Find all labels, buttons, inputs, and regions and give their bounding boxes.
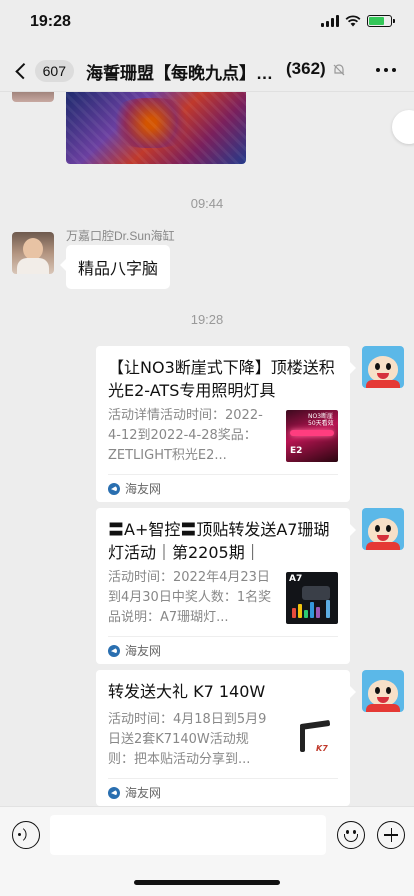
card-footer: 海友网 [108, 474, 338, 502]
floating-bubble[interactable] [392, 110, 414, 144]
nav-bar: 607 海誓珊盟【每晚九点】… (362) [0, 48, 414, 92]
voice-button[interactable] [12, 821, 40, 849]
home-indicator[interactable] [134, 880, 280, 885]
avatar[interactable] [12, 232, 54, 274]
card-title: 〓A+智控〓顶贴转发送A7珊瑚灯活动｜第2205期｜ [108, 520, 330, 562]
wifi-icon [345, 15, 361, 27]
card-title: 转发送大礼 K7 140W [108, 682, 266, 701]
source-icon [108, 644, 120, 657]
member-count: (362) [286, 59, 326, 78]
unread-count-badge: 607 [34, 60, 74, 82]
chat-area[interactable]: 09:44 万嘉口腔Dr.Sun海缸 精品八字脑 19:28 【让NO3断崖式下… [0, 92, 414, 806]
more-button[interactable] [376, 68, 396, 72]
thumbnail-label: A7 [289, 574, 303, 584]
thumbnail-label: E2 [290, 446, 303, 456]
status-icons [321, 15, 395, 27]
thumbnail-label: K7 [316, 744, 328, 753]
image-message[interactable] [66, 92, 246, 164]
card-description: 活动时间：4月18日到5月9日送2套K7140W活动规则：把本贴活动分享到... [108, 712, 267, 767]
source-icon [108, 786, 120, 799]
emoji-button[interactable] [337, 821, 365, 849]
timestamp: 19:28 [190, 312, 224, 327]
link-card[interactable]: 〓A+智控〓顶贴转发送A7珊瑚灯活动｜第2205期｜ 活动时间：2022年4月2… [96, 508, 356, 664]
source-icon [108, 482, 120, 495]
card-source: 海友网 [125, 786, 162, 800]
text-message[interactable]: 精品八字脑 [59, 245, 171, 289]
card-source: 海友网 [125, 482, 162, 496]
link-card[interactable]: 转发送大礼 K7 140W 活动时间：4月18日到5月9日送2套K7140W活动… [96, 670, 356, 806]
avatar[interactable] [362, 670, 404, 712]
chevron-left-icon [15, 62, 32, 80]
card-description: 活动详情活动时间：2022-4-12到2022-4-28奖品：ZETLIGHT积… [108, 408, 263, 463]
battery-fill [369, 17, 384, 25]
card-description: 活动时间：2022年4月23日到4月30日中奖人数：1名奖品说明：A7珊瑚灯..… [108, 570, 272, 625]
avatar[interactable] [362, 508, 404, 550]
card-thumbnail: K7 [286, 714, 338, 766]
card-thumbnail: A7 [286, 572, 338, 624]
message-input[interactable] [50, 815, 326, 855]
signal-icon [321, 15, 339, 27]
status-bar: 19:28 [0, 0, 414, 48]
sender-name: 万嘉口腔Dr.Sun海缸 [66, 229, 175, 243]
card-thumbnail: NO3断崖 50天看效 E2 [286, 410, 338, 462]
timestamp: 09:44 [190, 196, 224, 211]
battery-icon [367, 15, 395, 27]
link-card[interactable]: 【让NO3断崖式下降】顶楼送积光E2-ATS专用照明灯具 活动详情活动时间：20… [96, 346, 356, 502]
card-title: 【让NO3断崖式下降】顶楼送积光E2-ATS专用照明灯具 [108, 358, 335, 400]
card-footer: 海友网 [108, 636, 338, 664]
avatar[interactable] [362, 346, 404, 388]
more-icon [376, 68, 380, 72]
mute-bell-icon [333, 64, 345, 76]
plus-button[interactable] [377, 821, 405, 849]
avatar[interactable] [12, 92, 54, 102]
card-footer: 海友网 [108, 778, 338, 806]
status-time: 19:28 [30, 13, 71, 30]
card-source: 海友网 [125, 644, 162, 658]
back-button[interactable]: 607 [14, 58, 74, 84]
thumbnail-caption: NO3断崖 50天看效 [308, 413, 334, 427]
